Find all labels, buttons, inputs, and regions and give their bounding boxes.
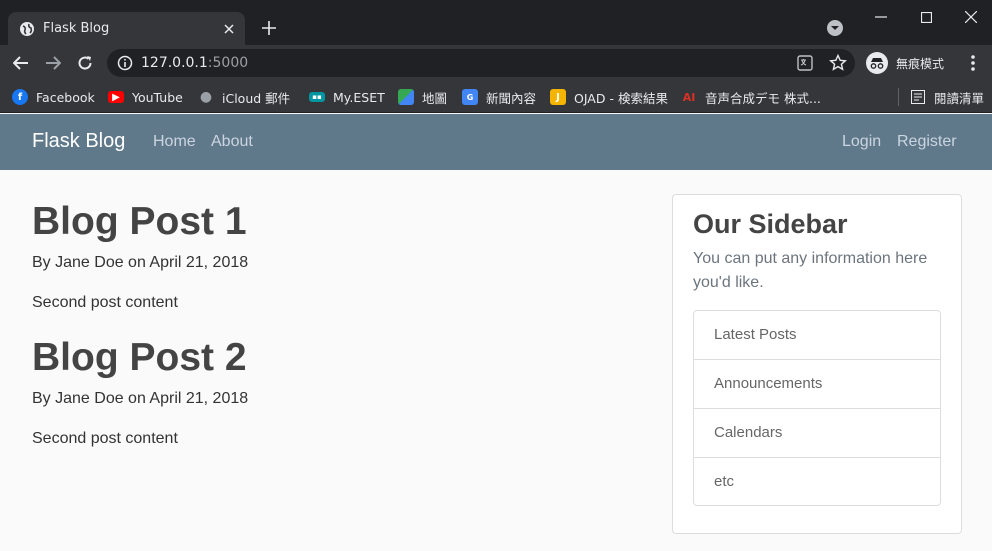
sidebar-description: You can put any information here you'd l… <box>693 250 928 291</box>
bookmarks-bar: f Facebook ▶ YouTube ● iCloud 郵件 ▪▪ My.E… <box>0 81 992 113</box>
nav-login[interactable]: Login <box>842 133 881 151</box>
reading-list-label: 閱讀清單 <box>934 90 985 106</box>
bookmark-star-icon[interactable] <box>829 53 847 72</box>
minimize-icon[interactable] <box>858 4 904 30</box>
url-port: :5000 <box>207 55 249 71</box>
back-arrow-icon[interactable] <box>8 51 34 75</box>
post-content: Second post content <box>32 294 178 311</box>
sidebar-item-etc[interactable]: etc <box>694 458 940 505</box>
nav-about[interactable]: About <box>211 133 253 151</box>
eset-icon: ▪▪ <box>309 92 325 102</box>
tab-strip: Flask Blog <box>0 0 992 45</box>
browser-toolbar: 127.0.0.1:5000 無痕模式 <box>0 45 992 81</box>
sidebar-list: Latest Posts Announcements Calendars etc <box>693 310 941 506</box>
tab-search-icon[interactable] <box>826 19 844 37</box>
window-close-icon[interactable] <box>948 4 992 30</box>
url-text: 127.0.0.1:5000 <box>141 55 248 71</box>
site-navbar: Flask Blog Home About Login Register <box>0 114 992 170</box>
nav-register[interactable]: Register <box>897 133 957 151</box>
reading-list-button[interactable]: 閱讀清單 <box>910 88 984 106</box>
nav-home[interactable]: Home <box>153 133 196 151</box>
post-meta: By Jane Doe on April 21, 2018 <box>32 254 249 271</box>
maximize-icon[interactable] <box>903 4 949 30</box>
ai-icon: AI <box>682 90 696 104</box>
news-icon: G <box>462 89 478 105</box>
globe-icon <box>19 21 35 37</box>
browser-tab[interactable]: Flask Blog <box>8 12 245 45</box>
bookmark-ai-demo[interactable]: AI 音声合成デモ 株式... <box>681 88 821 106</box>
bookmark-label: YouTube <box>132 89 183 105</box>
menu-kebab-icon[interactable] <box>966 53 980 73</box>
sidebar-title: Our Sidebar <box>693 209 848 239</box>
reading-list-icon <box>910 89 926 105</box>
sidebar-item-latest-posts[interactable]: Latest Posts <box>694 311 940 360</box>
bookmark-label: 新聞內容 <box>486 90 537 106</box>
bookmark-ojad[interactable]: J OJAD - 検索結果 <box>550 88 668 106</box>
incognito-label: 無痕模式 <box>896 56 945 71</box>
new-tab-icon[interactable] <box>258 17 280 39</box>
bookmark-facebook[interactable]: f Facebook <box>12 88 95 106</box>
post-title: Blog Post 1 <box>32 200 247 243</box>
bookmark-label: 音声合成デモ 株式... <box>705 90 821 106</box>
post-meta: By Jane Doe on April 21, 2018 <box>32 390 249 407</box>
reload-icon[interactable] <box>72 51 98 75</box>
sidebar-item-announcements[interactable]: Announcements <box>694 360 940 409</box>
incognito-indicator[interactable]: 無痕模式 <box>866 51 944 75</box>
post-content: Second post content <box>32 430 178 447</box>
youtube-icon: ▶ <box>108 91 124 103</box>
bookmark-eset[interactable]: ▪▪ My.ESET <box>309 88 385 106</box>
site-brand[interactable]: Flask Blog <box>32 130 125 153</box>
bookmark-label: iCloud 郵件 <box>222 90 291 106</box>
apple-icon: ● <box>199 89 213 105</box>
forward-arrow-icon[interactable] <box>40 51 66 75</box>
facebook-icon: f <box>12 89 28 105</box>
bookmark-label: 地圖 <box>422 90 448 106</box>
incognito-icon <box>866 52 888 74</box>
bookmark-maps[interactable]: 地圖 <box>398 88 447 106</box>
bookmark-youtube[interactable]: ▶ YouTube <box>108 88 183 106</box>
ojad-icon: J <box>550 89 566 105</box>
bookmark-label: OJAD - 検索結果 <box>574 90 668 106</box>
address-bar[interactable]: 127.0.0.1:5000 <box>107 49 855 77</box>
close-icon[interactable] <box>219 19 239 39</box>
bookmark-label: Facebook <box>36 89 95 105</box>
sidebar: Our Sidebar You can put any information … <box>672 194 962 534</box>
info-icon[interactable] <box>117 55 133 71</box>
bookmark-icloud[interactable]: ● iCloud 郵件 <box>198 88 290 106</box>
url-host: 127.0.0.1 <box>141 55 208 71</box>
bookmarks-separator <box>898 88 899 106</box>
bookmark-news[interactable]: G 新聞內容 <box>462 88 536 106</box>
translate-icon[interactable] <box>797 55 813 71</box>
post-title: Blog Post 2 <box>32 336 247 379</box>
bookmark-label: My.ESET <box>333 89 385 105</box>
maps-icon <box>398 89 414 105</box>
sidebar-item-calendars[interactable]: Calendars <box>694 409 940 458</box>
tab-title: Flask Blog <box>43 21 110 36</box>
